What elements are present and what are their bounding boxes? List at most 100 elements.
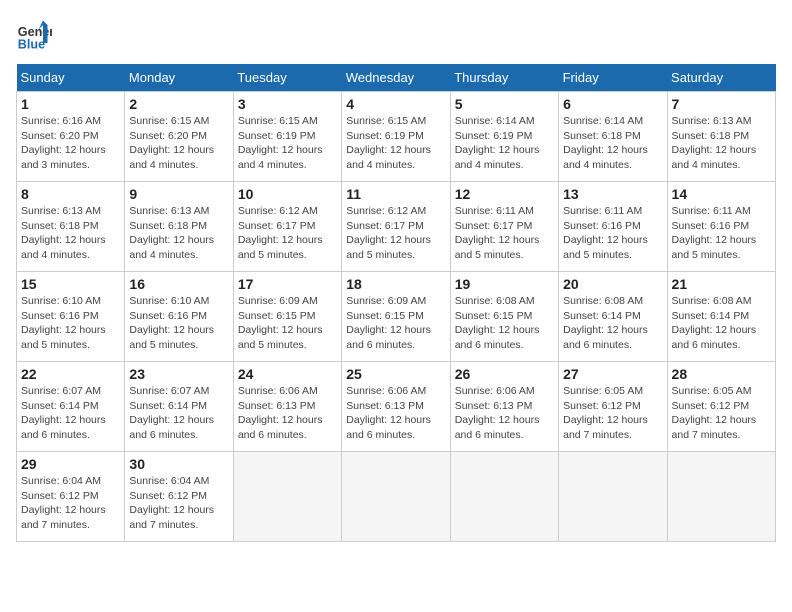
calendar-cell: 6 Sunrise: 6:14 AMSunset: 6:18 PMDaylight… [559,92,667,182]
col-header-tuesday: Tuesday [233,64,341,92]
calendar-cell: 9 Sunrise: 6:13 AMSunset: 6:18 PMDaylight… [125,182,233,272]
calendar-cell: 19Sunrise: 6:08 AMSunset: 6:15 PMDayligh… [450,272,558,362]
day-info: Sunrise: 6:14 AMSunset: 6:18 PMDaylight:… [563,114,662,173]
day-number: 1 [21,96,120,112]
day-number: 23 [129,366,228,382]
day-number: 15 [21,276,120,292]
col-header-sunday: Sunday [17,64,125,92]
day-info: Sunrise: 6:08 AMSunset: 6:14 PMDaylight:… [672,294,771,353]
calendar-cell: 1 Sunrise: 6:16 AMSunset: 6:20 PMDaylight… [17,92,125,182]
day-number: 9 [129,186,228,202]
calendar-body: 1 Sunrise: 6:16 AMSunset: 6:20 PMDaylight… [17,92,776,542]
calendar-cell [233,452,341,542]
day-info: Sunrise: 6:10 AMSunset: 6:16 PMDaylight:… [21,294,120,353]
day-info: Sunrise: 6:09 AMSunset: 6:15 PMDaylight:… [238,294,337,353]
day-number: 21 [672,276,771,292]
day-info: Sunrise: 6:06 AMSunset: 6:13 PMDaylight:… [346,384,445,443]
calendar-week-4: 22 Sunrise: 6:07 AMSunset: 6:14 PMDayligh… [17,362,776,452]
day-number: 26 [455,366,554,382]
day-number: 17 [238,276,337,292]
logo: General Blue [16,16,56,52]
col-header-thursday: Thursday [450,64,558,92]
col-header-wednesday: Wednesday [342,64,450,92]
day-info: Sunrise: 6:07 AMSunset: 6:14 PMDaylight:… [129,384,228,443]
calendar-week-3: 15 Sunrise: 6:10 AMSunset: 6:16 PMDayligh… [17,272,776,362]
day-number: 20 [563,276,662,292]
calendar-cell: 14 Sunrise: 6:11 AMSunset: 6:16 PMDayligh… [667,182,775,272]
calendar-table: SundayMondayTuesdayWednesdayThursdayFrid… [16,64,776,542]
day-info: Sunrise: 6:13 AMSunset: 6:18 PMDaylight:… [672,114,771,173]
day-info: Sunrise: 6:08 AMSunset: 6:15 PMDaylight:… [455,294,554,353]
calendar-cell: 25 Sunrise: 6:06 AMSunset: 6:13 PMDayligh… [342,362,450,452]
col-header-monday: Monday [125,64,233,92]
calendar-cell: 18 Sunrise: 6:09 AMSunset: 6:15 PMDayligh… [342,272,450,362]
calendar-week-1: 1 Sunrise: 6:16 AMSunset: 6:20 PMDaylight… [17,92,776,182]
calendar-cell: 26 Sunrise: 6:06 AMSunset: 6:13 PMDayligh… [450,362,558,452]
day-info: Sunrise: 6:13 AMSunset: 6:18 PMDaylight:… [21,204,120,263]
page-header: General Blue [16,16,776,52]
calendar-cell: 27Sunrise: 6:05 AMSunset: 6:12 PMDayligh… [559,362,667,452]
calendar-cell: 5Sunrise: 6:14 AMSunset: 6:19 PMDaylight… [450,92,558,182]
calendar-cell: 29 Sunrise: 6:04 AMSunset: 6:12 PMDayligh… [17,452,125,542]
day-number: 30 [129,456,228,472]
day-number: 24 [238,366,337,382]
day-info: Sunrise: 6:12 AMSunset: 6:17 PMDaylight:… [346,204,445,263]
calendar-header-row: SundayMondayTuesdayWednesdayThursdayFrid… [17,64,776,92]
day-info: Sunrise: 6:10 AMSunset: 6:16 PMDaylight:… [129,294,228,353]
calendar-cell: 28 Sunrise: 6:05 AMSunset: 6:12 PMDayligh… [667,362,775,452]
calendar-cell [667,452,775,542]
calendar-cell: 23 Sunrise: 6:07 AMSunset: 6:14 PMDayligh… [125,362,233,452]
day-number: 14 [672,186,771,202]
calendar-cell: 20 Sunrise: 6:08 AMSunset: 6:14 PMDayligh… [559,272,667,362]
day-info: Sunrise: 6:15 AMSunset: 6:20 PMDaylight:… [129,114,228,173]
day-info: Sunrise: 6:11 AMSunset: 6:16 PMDaylight:… [563,204,662,263]
day-number: 18 [346,276,445,292]
day-info: Sunrise: 6:16 AMSunset: 6:20 PMDaylight:… [21,114,120,173]
day-number: 22 [21,366,120,382]
calendar-week-5: 29 Sunrise: 6:04 AMSunset: 6:12 PMDayligh… [17,452,776,542]
calendar-cell: 8 Sunrise: 6:13 AMSunset: 6:18 PMDaylight… [17,182,125,272]
calendar-cell: 3 Sunrise: 6:15 AMSunset: 6:19 PMDaylight… [233,92,341,182]
day-info: Sunrise: 6:06 AMSunset: 6:13 PMDaylight:… [238,384,337,443]
calendar-week-2: 8 Sunrise: 6:13 AMSunset: 6:18 PMDaylight… [17,182,776,272]
calendar-cell: 30Sunrise: 6:04 AMSunset: 6:12 PMDayligh… [125,452,233,542]
day-number: 16 [129,276,228,292]
day-number: 2 [129,96,228,112]
calendar-cell: 21 Sunrise: 6:08 AMSunset: 6:14 PMDayligh… [667,272,775,362]
day-info: Sunrise: 6:15 AMSunset: 6:19 PMDaylight:… [346,114,445,173]
day-info: Sunrise: 6:11 AMSunset: 6:16 PMDaylight:… [672,204,771,263]
day-info: Sunrise: 6:06 AMSunset: 6:13 PMDaylight:… [455,384,554,443]
day-number: 10 [238,186,337,202]
col-header-friday: Friday [559,64,667,92]
day-info: Sunrise: 6:15 AMSunset: 6:19 PMDaylight:… [238,114,337,173]
logo-icon: General Blue [16,16,52,52]
calendar-cell: 11Sunrise: 6:12 AMSunset: 6:17 PMDayligh… [342,182,450,272]
day-number: 8 [21,186,120,202]
day-number: 5 [455,96,554,112]
calendar-cell: 22Sunrise: 6:07 AMSunset: 6:14 PMDayligh… [17,362,125,452]
day-number: 28 [672,366,771,382]
calendar-cell: 2 Sunrise: 6:15 AMSunset: 6:20 PMDaylight… [125,92,233,182]
calendar-cell: 16 Sunrise: 6:10 AMSunset: 6:16 PMDayligh… [125,272,233,362]
day-number: 6 [563,96,662,112]
day-info: Sunrise: 6:13 AMSunset: 6:18 PMDaylight:… [129,204,228,263]
calendar-cell: 7Sunrise: 6:13 AMSunset: 6:18 PMDaylight… [667,92,775,182]
calendar-cell: 24 Sunrise: 6:06 AMSunset: 6:13 PMDayligh… [233,362,341,452]
calendar-cell: 17 Sunrise: 6:09 AMSunset: 6:15 PMDayligh… [233,272,341,362]
calendar-cell: 12Sunrise: 6:11 AMSunset: 6:17 PMDayligh… [450,182,558,272]
day-number: 27 [563,366,662,382]
calendar-cell [450,452,558,542]
day-info: Sunrise: 6:09 AMSunset: 6:15 PMDaylight:… [346,294,445,353]
calendar-cell [342,452,450,542]
day-info: Sunrise: 6:08 AMSunset: 6:14 PMDaylight:… [563,294,662,353]
day-info: Sunrise: 6:05 AMSunset: 6:12 PMDaylight:… [672,384,771,443]
day-info: Sunrise: 6:11 AMSunset: 6:17 PMDaylight:… [455,204,554,263]
col-header-saturday: Saturday [667,64,775,92]
day-number: 13 [563,186,662,202]
day-number: 3 [238,96,337,112]
svg-text:Blue: Blue [18,37,45,51]
day-number: 25 [346,366,445,382]
day-info: Sunrise: 6:04 AMSunset: 6:12 PMDaylight:… [21,474,120,533]
day-number: 4 [346,96,445,112]
day-number: 29 [21,456,120,472]
